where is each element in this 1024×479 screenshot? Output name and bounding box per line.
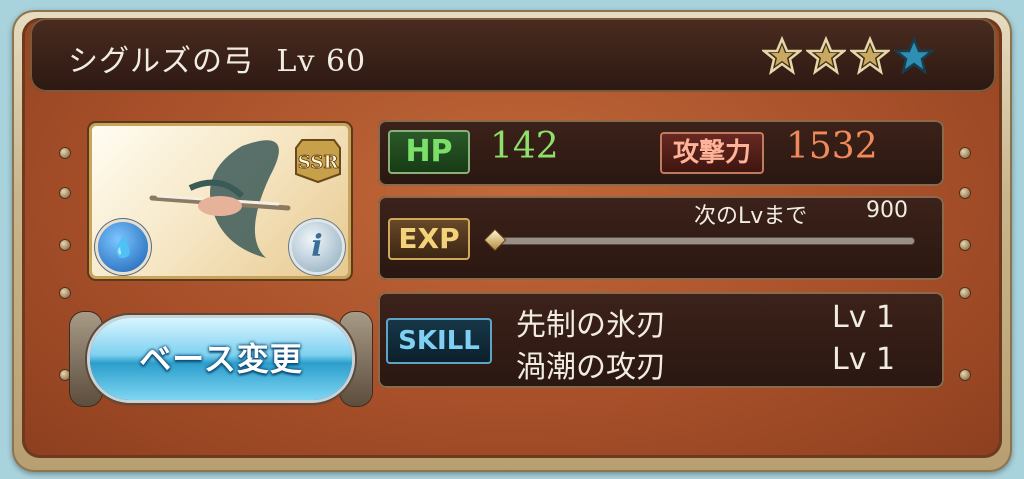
weapon-name: シグルズの弓 <box>68 44 254 79</box>
skill-1-name[interactable]: 先制の氷刃 <box>516 300 666 344</box>
star-empty-icon <box>894 36 934 75</box>
star-filled-icon <box>806 36 846 75</box>
skill-label: SKILL <box>386 318 492 364</box>
exp-next-value: 900 <box>866 198 908 223</box>
attack-value: 1532 <box>786 126 878 167</box>
skill-2-level: Lv 1 <box>832 342 896 377</box>
rivet <box>60 370 70 380</box>
exp-label: EXP <box>388 218 470 260</box>
skill-2-name[interactable]: 渦潮の攻刃 <box>516 342 666 386</box>
weapon-level: Lv 60 <box>276 44 367 79</box>
exp-next-text: 次のLvまで <box>694 204 808 229</box>
rivet <box>60 188 70 198</box>
ssr-rarity-badge-icon: SSR <box>295 139 341 184</box>
skill-1-level: Lv 1 <box>832 300 896 335</box>
info-icon[interactable]: i <box>292 222 342 272</box>
attack-label: 攻撃力 <box>660 132 764 174</box>
hp-value: 142 <box>490 126 559 167</box>
hp-label: HP <box>388 130 470 174</box>
weapon-title: シグルズの弓 Lv 60 <box>68 36 366 80</box>
rivet <box>960 240 970 250</box>
rivet <box>60 240 70 250</box>
star-filled-icon <box>850 36 890 75</box>
ssr-label: SSR <box>298 152 340 173</box>
exp-progress-bar <box>494 238 914 244</box>
star-filled-icon <box>762 36 802 75</box>
rivet <box>960 288 970 298</box>
base-change-button[interactable]: ベース変更 <box>90 318 352 400</box>
rivet <box>960 148 970 158</box>
rivet <box>60 148 70 158</box>
rivet <box>960 370 970 380</box>
rivet <box>960 188 970 198</box>
water-element-icon: 💧 <box>98 222 148 272</box>
rivet <box>60 288 70 298</box>
uncap-stars <box>762 36 934 76</box>
